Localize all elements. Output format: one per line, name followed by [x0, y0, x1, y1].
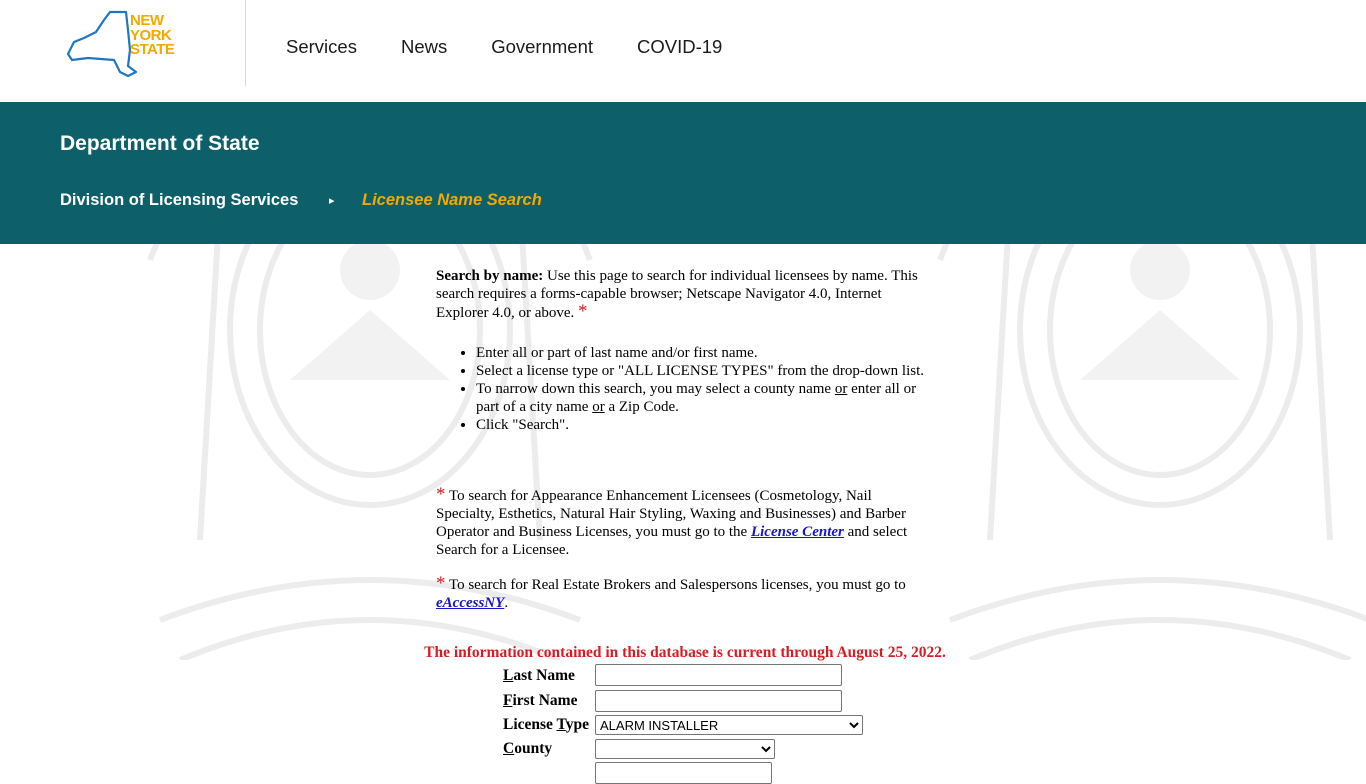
nav-government[interactable]: Government	[491, 36, 593, 58]
site-header: NEW YORK STATE Services News Government …	[0, 0, 1366, 102]
step-text: Enter all or part of last name and/or fi…	[476, 345, 758, 361]
license-type-select[interactable]: ALARM INSTALLER	[595, 715, 863, 735]
required-star: *	[578, 301, 588, 322]
list-item: Enter all or part of last name and/or fi…	[476, 344, 926, 362]
required-star: *	[436, 573, 446, 594]
note-tail: .	[504, 595, 509, 611]
step-text: Click "Search".	[476, 417, 570, 433]
database-current-notice: The information contained in this databa…	[424, 644, 946, 661]
breadcrumb-division[interactable]: Division of Licensing Services	[60, 191, 298, 210]
county-label: County	[503, 740, 552, 758]
department-title: Department of State	[60, 132, 260, 155]
county-select[interactable]	[595, 739, 775, 759]
note-text: To search for Real Estate Brokers and Sa…	[445, 577, 906, 593]
main-nav: Services News Government COVID-19	[286, 36, 722, 58]
step-or: or	[592, 399, 605, 415]
instructions: Search by name: Use this page to search …	[436, 267, 926, 612]
list-item: To narrow down this search, you may sele…	[476, 380, 926, 416]
license-center-link[interactable]: License Center	[751, 524, 844, 540]
nav-news[interactable]: News	[401, 36, 447, 58]
step-text: To narrow down this search, you may sele…	[476, 381, 835, 397]
first-name-input[interactable]	[595, 690, 842, 712]
department-banner: Department of State Division of Licensin…	[0, 102, 1366, 244]
nav-covid-19[interactable]: COVID-19	[637, 36, 722, 58]
label-text: License	[503, 716, 557, 733]
breadcrumb-arrow-icon: ▸	[329, 195, 335, 207]
step-text: a Zip Code.	[604, 399, 679, 415]
label-text: ounty	[514, 740, 553, 757]
intro-lead: Search by name:	[436, 268, 544, 284]
logo-wordmark[interactable]: NEW YORK STATE	[130, 13, 175, 58]
nav-services[interactable]: Services	[286, 36, 357, 58]
appearance-note: * To search for Appearance Enhancement L…	[436, 484, 926, 559]
list-item: Select a license type or "ALL LICENSE TY…	[476, 362, 926, 380]
eaccessny-link[interactable]: eAccessNY	[436, 595, 504, 611]
license-type-label: License Type	[503, 716, 589, 734]
last-name-label: Last Name	[503, 667, 575, 685]
accesskey: C	[503, 740, 515, 757]
label-text: ast Name	[513, 667, 575, 684]
logo-line: STATE	[130, 41, 175, 58]
city-input[interactable]	[595, 762, 772, 784]
required-star: *	[436, 484, 446, 505]
last-name-input[interactable]	[595, 664, 842, 686]
first-name-label: First Name	[503, 692, 577, 710]
list-item: Click "Search".	[476, 416, 926, 434]
intro-paragraph: Search by name: Use this page to search …	[436, 267, 926, 322]
breadcrumb-current: Licensee Name Search	[362, 191, 542, 209]
real-estate-note: * To search for Real Estate Brokers and …	[436, 573, 926, 612]
steps-list: Enter all or part of last name and/or fi…	[436, 344, 926, 434]
accesskey: L	[503, 667, 514, 684]
label-text: ype	[565, 716, 589, 733]
label-text: irst Name	[512, 692, 578, 709]
step-text: Select a license type or "ALL LICENSE TY…	[476, 363, 925, 379]
accesskey: T	[556, 716, 566, 733]
step-or: or	[834, 381, 848, 397]
header-divider	[245, 0, 246, 86]
